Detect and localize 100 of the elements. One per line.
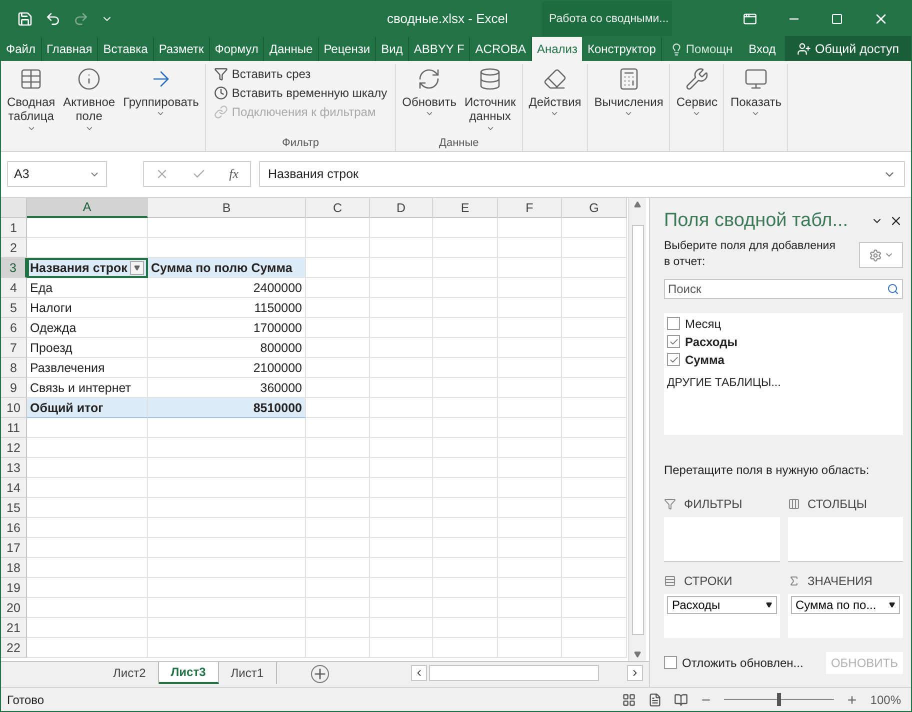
column-header[interactable]: D — [370, 198, 433, 218]
name-box[interactable]: A3 — [7, 161, 107, 188]
add-sheet-icon[interactable] — [310, 665, 329, 684]
area-field[interactable]: Сумма по по... — [790, 596, 900, 614]
tell-me-text[interactable]: Помощн — [686, 42, 733, 56]
row-header[interactable]: 5 — [1, 298, 27, 318]
column-header[interactable]: G — [562, 198, 627, 218]
pane-title: Поля сводной табл... — [664, 210, 848, 232]
insert-function-button[interactable]: fx — [229, 166, 239, 182]
field-item[interactable]: Расходы — [667, 334, 900, 349]
row-header[interactable]: 10 — [1, 398, 27, 418]
row-header[interactable]: 7 — [1, 338, 27, 358]
table-cell — [433, 478, 498, 498]
row-header[interactable]: 12 — [1, 438, 27, 458]
vertical-scrollbar[interactable] — [628, 198, 646, 662]
column-header[interactable]: B — [148, 198, 306, 218]
drop-area[interactable]: Расходы — [664, 594, 780, 638]
column-header[interactable]: E — [433, 198, 498, 218]
table-cell — [370, 458, 433, 478]
row-header[interactable]: 18 — [1, 558, 27, 578]
row-header[interactable]: 22 — [1, 638, 27, 658]
field-item[interactable]: Сумма — [667, 352, 900, 367]
ribbon-button[interactable]: Действия — [526, 64, 584, 151]
row-header[interactable]: 15 — [1, 498, 27, 518]
row-header[interactable]: 14 — [1, 478, 27, 498]
page-layout-icon[interactable] — [648, 692, 662, 707]
row-header[interactable]: 16 — [1, 518, 27, 538]
ribbon-tab[interactable]: Анализ — [532, 37, 582, 61]
sign-in-link[interactable]: Вход — [740, 37, 784, 61]
zoom-in-icon[interactable] — [846, 694, 858, 706]
ribbon-button[interactable]: Вставить срез — [212, 66, 390, 82]
row-header[interactable]: 6 — [1, 318, 27, 338]
table-cell — [498, 558, 562, 578]
scroll-thumb[interactable] — [429, 665, 599, 682]
search-icon[interactable] — [887, 282, 899, 295]
column-header[interactable]: F — [498, 198, 562, 218]
scroll-left-button[interactable] — [411, 665, 427, 682]
row-header[interactable]: 11 — [1, 418, 27, 438]
scroll-down-icon[interactable] — [634, 651, 641, 658]
row-header[interactable]: 21 — [1, 618, 27, 638]
maximize-icon[interactable] — [831, 12, 843, 24]
share-button[interactable]: Общий доступ — [785, 36, 911, 61]
table-cell — [370, 598, 433, 618]
ribbon-button[interactable]: Сервис — [674, 64, 720, 151]
ribbon-button[interactable]: Вычисления — [592, 64, 666, 151]
table-cell — [562, 538, 627, 558]
info-icon — [77, 67, 102, 91]
table-cell — [370, 238, 433, 258]
undo-icon[interactable] — [45, 10, 61, 26]
area-field[interactable]: Расходы — [667, 596, 776, 614]
zoom-level[interactable]: 100% — [870, 692, 901, 707]
ribbon-button[interactable]: Сводная таблица — [5, 64, 58, 151]
row-header[interactable]: 1 — [1, 218, 27, 238]
column-header[interactable]: A — [27, 198, 148, 218]
sheet-tab[interactable]: Лист3 — [158, 662, 219, 684]
row-header[interactable]: 20 — [1, 598, 27, 618]
ribbon-button[interactable]: Показать — [728, 64, 784, 151]
ribbon-button[interactable]: Обновить — [400, 64, 458, 137]
sheet-tab[interactable]: Лист1 — [218, 662, 277, 684]
row-header[interactable]: 3 — [1, 258, 27, 278]
row-header[interactable]: 9 — [1, 378, 27, 398]
table-cell: Общий итог — [27, 398, 148, 418]
scroll-right-button[interactable] — [627, 665, 643, 682]
table-cell — [370, 358, 433, 378]
row-header[interactable]: 2 — [1, 238, 27, 258]
formula-field[interactable]: Названия строк — [259, 161, 905, 188]
checkbox[interactable] — [667, 335, 680, 348]
table-cell — [562, 558, 627, 578]
row-header[interactable]: 8 — [1, 358, 27, 378]
page-break-icon[interactable] — [674, 692, 688, 707]
table-cell — [433, 278, 498, 298]
scroll-up-icon[interactable] — [634, 201, 641, 208]
ribbon-button[interactable]: Активное поле — [61, 64, 118, 151]
filter-dropdown[interactable] — [130, 260, 144, 275]
save-icon[interactable] — [17, 10, 33, 26]
row-header[interactable]: 17 — [1, 538, 27, 558]
checkbox[interactable] — [667, 353, 680, 366]
settings-button[interactable] — [859, 242, 903, 268]
table-cell — [306, 338, 370, 358]
more-tables-link[interactable]: ДРУГИЕ ТАБЛИЦЫ... — [667, 376, 900, 389]
search-field[interactable]: Поиск — [664, 278, 903, 299]
ribbon-button[interactable]: Источник данных — [462, 64, 518, 137]
scroll-thumb[interactable] — [632, 224, 644, 635]
checkbox[interactable] — [664, 656, 677, 670]
field-item[interactable]: Месяц — [667, 316, 900, 331]
table-cell — [370, 618, 433, 638]
row-header[interactable]: 4 — [1, 278, 27, 298]
ribbon-button[interactable]: Вставить временную шкалу — [212, 85, 390, 101]
row-header[interactable]: 13 — [1, 458, 27, 478]
drop-area[interactable]: Сумма по по... — [788, 594, 903, 638]
defer-checkbox[interactable]: Отложить обновлен... — [664, 656, 804, 670]
table-cell — [498, 618, 562, 638]
ribbon-button[interactable]: Группировать — [121, 64, 201, 151]
table-cell — [498, 478, 562, 498]
row-header[interactable]: 19 — [1, 578, 27, 598]
column-header[interactable]: C — [306, 198, 370, 218]
normal-view-icon[interactable] — [622, 692, 636, 707]
ribbon-display-icon[interactable] — [743, 12, 757, 26]
table-cell — [370, 558, 433, 578]
checkbox[interactable] — [667, 317, 680, 330]
